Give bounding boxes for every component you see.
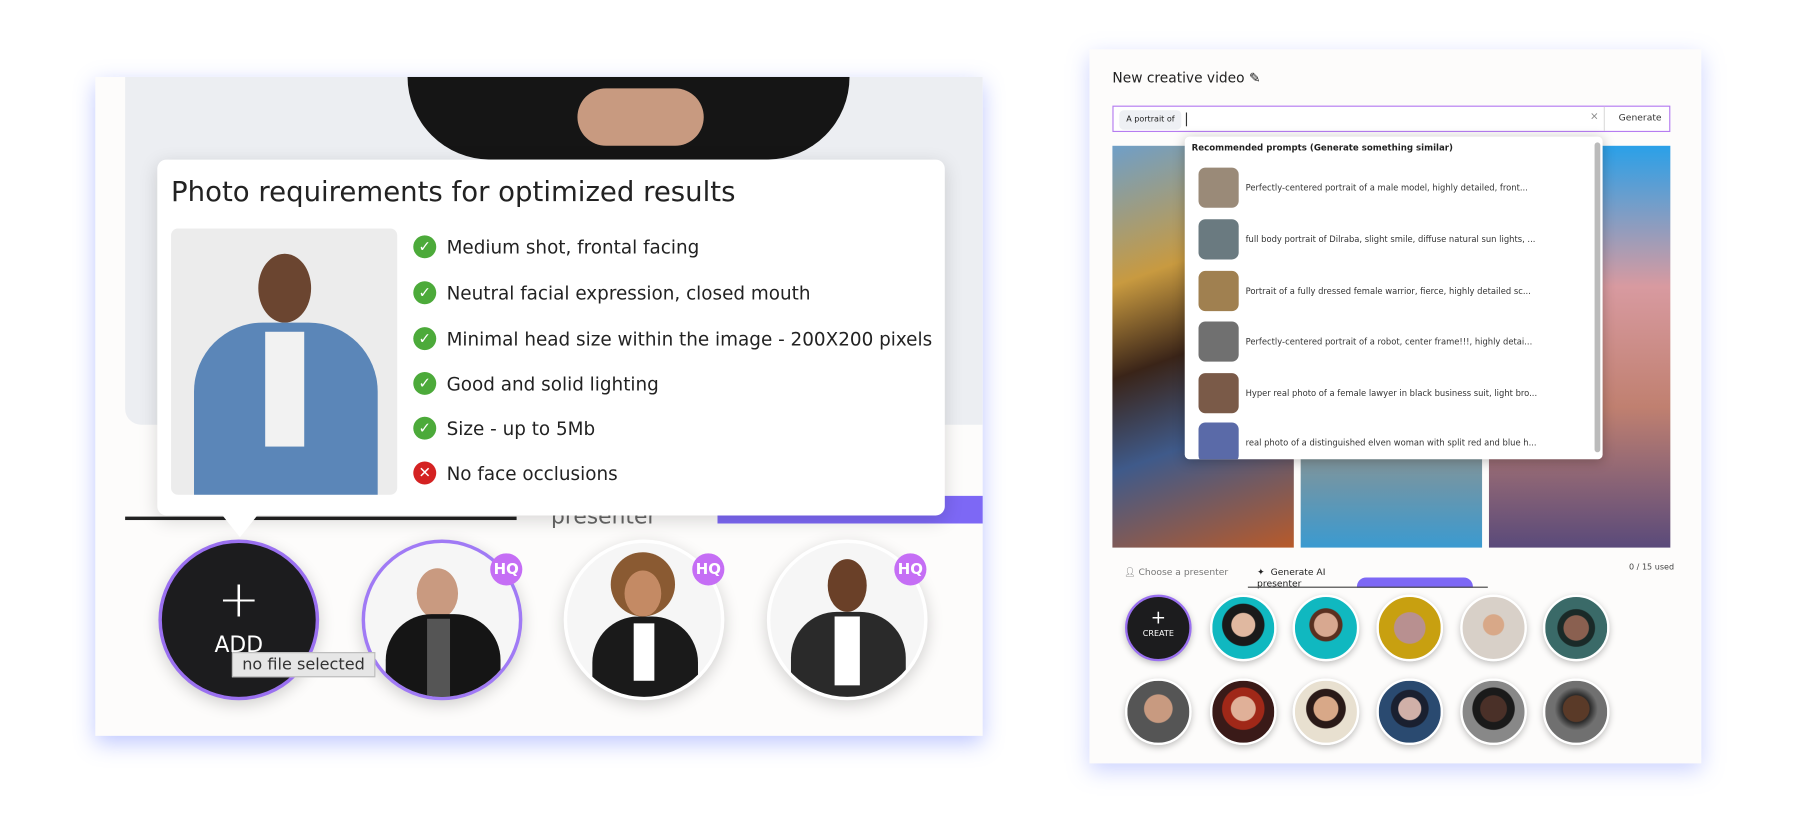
check-icon: ✓ bbox=[413, 281, 437, 305]
tab-underline bbox=[125, 516, 517, 521]
pencil-icon[interactable]: ✎ bbox=[1249, 70, 1261, 86]
usage-counter: 0 / 15 used bbox=[1629, 562, 1675, 572]
create-presenter-button[interactable]: + CREATE bbox=[1125, 594, 1192, 662]
tooltip-pointer bbox=[221, 514, 259, 538]
recommended-prompts-dropdown: Recommended prompts (Generate something … bbox=[1184, 136, 1603, 460]
check-icon: ✓ bbox=[413, 371, 437, 395]
prompt-suggestion[interactable]: real photo of a distinguished elven woma… bbox=[1198, 422, 1537, 460]
requirement-item: ✓ Neutral facial expression, closed mouth bbox=[413, 281, 811, 305]
check-icon: ✓ bbox=[413, 235, 437, 259]
presenter-avatar[interactable] bbox=[1460, 678, 1527, 746]
check-icon: ✓ bbox=[413, 416, 437, 440]
requirement-item: ✓ Size - up to 5Mb bbox=[413, 416, 595, 440]
plus-icon: + bbox=[217, 570, 260, 630]
prompt-suggestion[interactable]: Portrait of a fully dressed female warri… bbox=[1198, 270, 1531, 312]
tooltip-title: Photo requirements for optimized results bbox=[171, 175, 736, 208]
prompt-suggestion[interactable]: Hyper real photo of a female lawyer in b… bbox=[1198, 373, 1537, 414]
hq-badge: HQ bbox=[490, 553, 523, 586]
error-icon: ✕ bbox=[413, 461, 437, 485]
requirement-item: ✓ Medium shot, frontal facing bbox=[413, 235, 699, 259]
presenter-avatar[interactable] bbox=[1376, 594, 1444, 662]
hands-image bbox=[577, 88, 704, 146]
tab-choose-presenter[interactable]: 👤︎ Choose a presenter bbox=[1124, 567, 1228, 577]
tab-underline bbox=[1247, 586, 1488, 588]
prompt-input[interactable]: A portrait of × Generate bbox=[1112, 105, 1671, 133]
presenter-avatar[interactable] bbox=[1460, 594, 1527, 662]
video-title[interactable]: New creative video ✎ bbox=[1112, 70, 1260, 86]
prompt-suggestion[interactable]: Perfectly-centered portrait of a robot, … bbox=[1198, 321, 1532, 362]
prompt-suggestion[interactable]: Perfectly-centered portrait of a male mo… bbox=[1198, 167, 1528, 208]
creative-video-panel: New creative video ✎ A portrait of × Gen… bbox=[1089, 49, 1702, 764]
presenter-avatar[interactable] bbox=[1209, 594, 1277, 662]
requirement-item: ✓ Good and solid lighting bbox=[413, 371, 659, 395]
requirement-item: ✓ Minimal head size within the image - 20… bbox=[413, 327, 932, 351]
text-cursor bbox=[1185, 112, 1188, 127]
hq-badge: HQ bbox=[894, 553, 927, 586]
person-icon: 👤︎ bbox=[1123, 567, 1136, 578]
presenter-avatar[interactable] bbox=[1292, 594, 1360, 662]
generate-button[interactable]: Generate bbox=[1619, 113, 1662, 123]
presenter-avatar[interactable] bbox=[1125, 678, 1192, 746]
example-photo bbox=[171, 228, 398, 495]
photo-requirements-tooltip: Photo requirements for optimized results… bbox=[157, 159, 945, 516]
presenter-avatar[interactable] bbox=[1542, 678, 1610, 746]
check-icon: ✓ bbox=[413, 327, 437, 351]
clear-icon[interactable]: × bbox=[1590, 111, 1599, 122]
presenter-avatar[interactable] bbox=[1542, 594, 1610, 662]
hq-badge: HQ bbox=[692, 553, 725, 586]
scrollbar[interactable] bbox=[1594, 142, 1601, 453]
prompt-suggestion[interactable]: full body portrait of Dilraba, slight sm… bbox=[1198, 219, 1535, 260]
dropdown-header: Recommended prompts (Generate something … bbox=[1191, 142, 1453, 153]
requirement-item: ✕ No face occlusions bbox=[413, 461, 618, 485]
file-tooltip: no file selected bbox=[231, 652, 376, 678]
sparkle-icon: ✦ bbox=[1257, 567, 1265, 578]
plus-icon: + bbox=[1150, 606, 1167, 628]
prompt-prefix-chip: A portrait of bbox=[1119, 110, 1182, 130]
presenter-avatar[interactable] bbox=[1209, 678, 1277, 746]
presenter-avatar[interactable] bbox=[1376, 678, 1444, 746]
presenter-avatar[interactable] bbox=[1292, 678, 1360, 746]
